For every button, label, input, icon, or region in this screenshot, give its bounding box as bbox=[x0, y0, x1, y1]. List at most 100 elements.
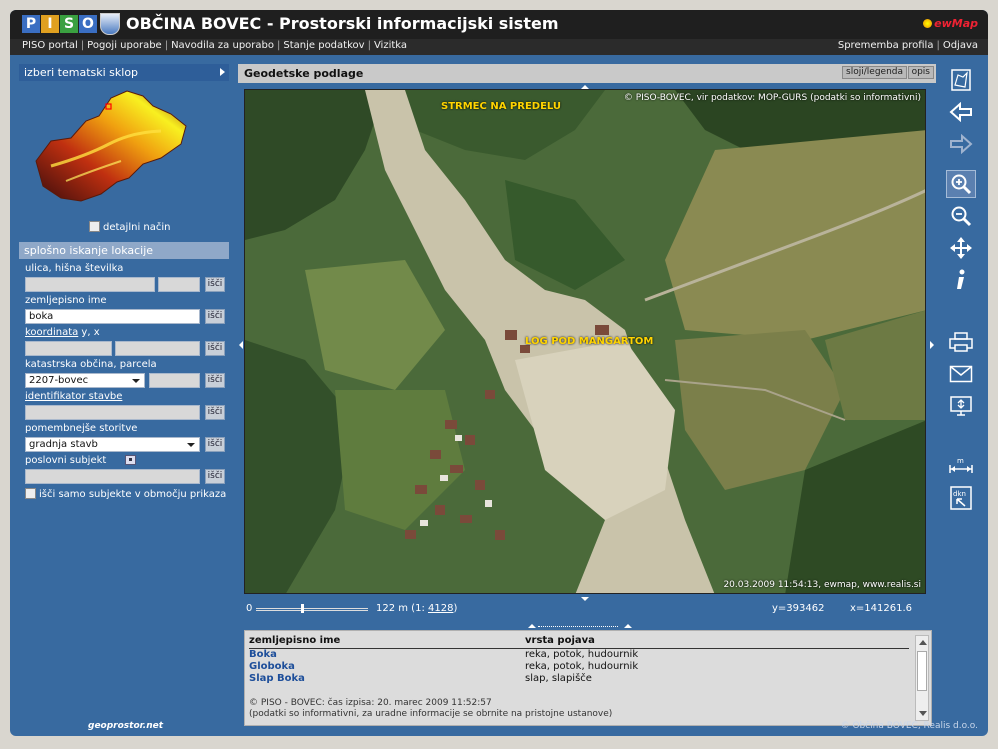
pan-button[interactable] bbox=[946, 234, 976, 262]
menu-change-profile[interactable]: Sprememba profila bbox=[838, 40, 934, 51]
menu-bar: PISO portal | Pogoji uporabe | Navodila za u… bbox=[10, 39, 988, 55]
results-header: zemljepisno ime vrsta pojava bbox=[249, 635, 909, 649]
building-id-input[interactable] bbox=[25, 405, 200, 420]
results-timestamp: © PISO - BOVEC: čas izpisa: 20. marec 20… bbox=[249, 698, 492, 708]
aerial-map[interactable]: © PISO-BOVEC, vir podatkov: MOP-GURS (po… bbox=[244, 89, 926, 594]
menu-separator: | bbox=[164, 40, 169, 51]
scale-ratio-link[interactable]: 4128 bbox=[428, 603, 453, 614]
results-resize-handle[interactable] bbox=[538, 626, 618, 627]
back-button[interactable] bbox=[946, 98, 976, 126]
area-only-checkbox[interactable] bbox=[25, 488, 36, 499]
parcel-input[interactable] bbox=[149, 373, 200, 388]
building-id-link[interactable]: identifikator stavbe bbox=[25, 391, 122, 402]
search-geo-name-button[interactable]: išči bbox=[205, 309, 225, 324]
overview-map-button[interactable] bbox=[946, 66, 976, 94]
search-form: ulica, hišna številka išči zemljepisno i… bbox=[25, 263, 231, 500]
coordinate-y-input[interactable] bbox=[25, 341, 112, 356]
menu-about[interactable]: Vizitka bbox=[374, 40, 407, 51]
search-building-button[interactable]: išči bbox=[205, 405, 225, 420]
description-button[interactable]: opis bbox=[907, 66, 934, 79]
info-button[interactable] bbox=[946, 266, 976, 294]
map-title: Geodetske podlage bbox=[244, 67, 364, 80]
street-input[interactable] bbox=[25, 277, 155, 292]
scroll-up-icon[interactable] bbox=[919, 640, 927, 645]
ewmap-icon bbox=[923, 19, 933, 28]
chevron-down-icon bbox=[187, 443, 195, 447]
table-row[interactable]: Globoka reka, potok, hudournik bbox=[249, 661, 909, 673]
menu-logout[interactable]: Odjava bbox=[943, 40, 978, 51]
table-row[interactable]: Slap Boka slap, slapišče bbox=[249, 673, 909, 685]
arrow-right-icon bbox=[220, 68, 225, 76]
geo-name-input[interactable]: boka bbox=[25, 309, 200, 324]
table-row[interactable]: Boka reka, potok, hudournik bbox=[249, 649, 909, 661]
services-select[interactable]: gradnja stavb bbox=[25, 437, 200, 452]
print-button[interactable] bbox=[946, 328, 976, 356]
result-type: reka, potok, hudournik bbox=[525, 661, 639, 672]
zoom-out-button[interactable] bbox=[946, 202, 976, 230]
business-options-icon[interactable] bbox=[125, 455, 136, 465]
search-business-button[interactable]: išči bbox=[205, 469, 225, 484]
results-panel: zemljepisno ime vrsta pojava Boka reka, … bbox=[244, 630, 932, 726]
geoprostor-logo[interactable]: geoprostor.net bbox=[88, 721, 163, 731]
ewmap-logo[interactable]: ewMap bbox=[923, 17, 978, 31]
scale-zero: 0 bbox=[246, 603, 253, 614]
search-coordinate-button[interactable]: išči bbox=[205, 341, 225, 356]
pan-east-icon[interactable] bbox=[930, 341, 934, 349]
email-button[interactable] bbox=[946, 360, 976, 388]
search-services-button[interactable]: išči bbox=[205, 437, 225, 452]
coordinate-x-input[interactable] bbox=[115, 341, 200, 356]
menu-separator: | bbox=[367, 40, 371, 51]
arrow-left-icon bbox=[949, 102, 972, 122]
zoom-slider-handle[interactable] bbox=[301, 604, 304, 613]
zoom-in-icon bbox=[951, 174, 972, 195]
coordinate-link[interactable]: koordinata bbox=[25, 327, 78, 338]
scroll-down-icon[interactable] bbox=[919, 711, 927, 716]
monitor-icon bbox=[950, 396, 972, 416]
result-name-link[interactable]: Slap Boka bbox=[249, 673, 305, 685]
detail-mode-checkbox[interactable] bbox=[89, 221, 100, 232]
menu-separator: | bbox=[936, 40, 940, 51]
logo-letter: I bbox=[41, 15, 59, 33]
municipality-relief-map[interactable] bbox=[31, 86, 191, 206]
area-only-toggle[interactable]: išči samo subjekte v območju prikaza bbox=[25, 488, 231, 500]
info-icon bbox=[957, 269, 965, 289]
house-number-input[interactable] bbox=[158, 277, 200, 292]
arrow-right-icon bbox=[950, 134, 973, 154]
search-parcel-button[interactable]: išči bbox=[205, 373, 225, 388]
result-name-link[interactable]: Globoka bbox=[249, 661, 295, 673]
menu-terms[interactable]: Pogoji uporabe bbox=[87, 40, 162, 51]
zoom-slider-track[interactable] bbox=[256, 608, 368, 611]
pan-north-icon[interactable] bbox=[581, 85, 589, 89]
business-label-text: poslovni subjekt bbox=[25, 455, 107, 466]
zoom-in-button[interactable] bbox=[946, 170, 976, 198]
results-expand-icon[interactable] bbox=[528, 624, 536, 628]
menu-data-status[interactable]: Stanje podatkov bbox=[283, 40, 364, 51]
measure-distance-icon: m bbox=[949, 457, 973, 473]
measure-button[interactable]: m bbox=[946, 452, 976, 480]
scale-distance: 122 m (1: bbox=[376, 603, 428, 614]
forward-button[interactable] bbox=[946, 130, 976, 158]
scale-text: 122 m (1: 4128) bbox=[376, 603, 457, 614]
menu-instructions[interactable]: Navodila za uporabo bbox=[171, 40, 274, 51]
cadastral-select[interactable]: 2207-bovec bbox=[25, 373, 145, 388]
menu-piso-portal[interactable]: PISO portal bbox=[22, 40, 78, 51]
result-name-link[interactable]: Boka bbox=[249, 649, 277, 661]
results-collapse-icon[interactable] bbox=[624, 624, 632, 628]
footer-copyright: © Občina BOVEC, Realis d.o.o. bbox=[840, 721, 978, 731]
thematic-selector[interactable]: izberi tematski sklop bbox=[19, 64, 229, 81]
services-select-value: gradnja stavb bbox=[29, 439, 98, 450]
layers-legend-button[interactable]: sloji/legenda bbox=[842, 66, 907, 79]
coordinate-label-suffix: y, x bbox=[78, 327, 100, 338]
business-input[interactable] bbox=[25, 469, 200, 484]
dkn-button[interactable]: dkn bbox=[946, 484, 976, 512]
overview-map-icon bbox=[951, 69, 971, 91]
pan-west-icon[interactable] bbox=[239, 341, 243, 349]
scroll-thumb[interactable] bbox=[917, 651, 927, 691]
left-panel: izberi tematski sklop detajlni način spl… bbox=[19, 64, 229, 500]
results-scrollbar[interactable] bbox=[915, 635, 929, 721]
export-button[interactable] bbox=[946, 392, 976, 420]
pan-south-icon[interactable] bbox=[581, 597, 589, 601]
detail-mode-toggle[interactable]: detajlni način bbox=[89, 221, 170, 233]
search-street-button[interactable]: išči bbox=[205, 277, 225, 292]
piso-logo[interactable]: P I S O bbox=[22, 15, 97, 33]
